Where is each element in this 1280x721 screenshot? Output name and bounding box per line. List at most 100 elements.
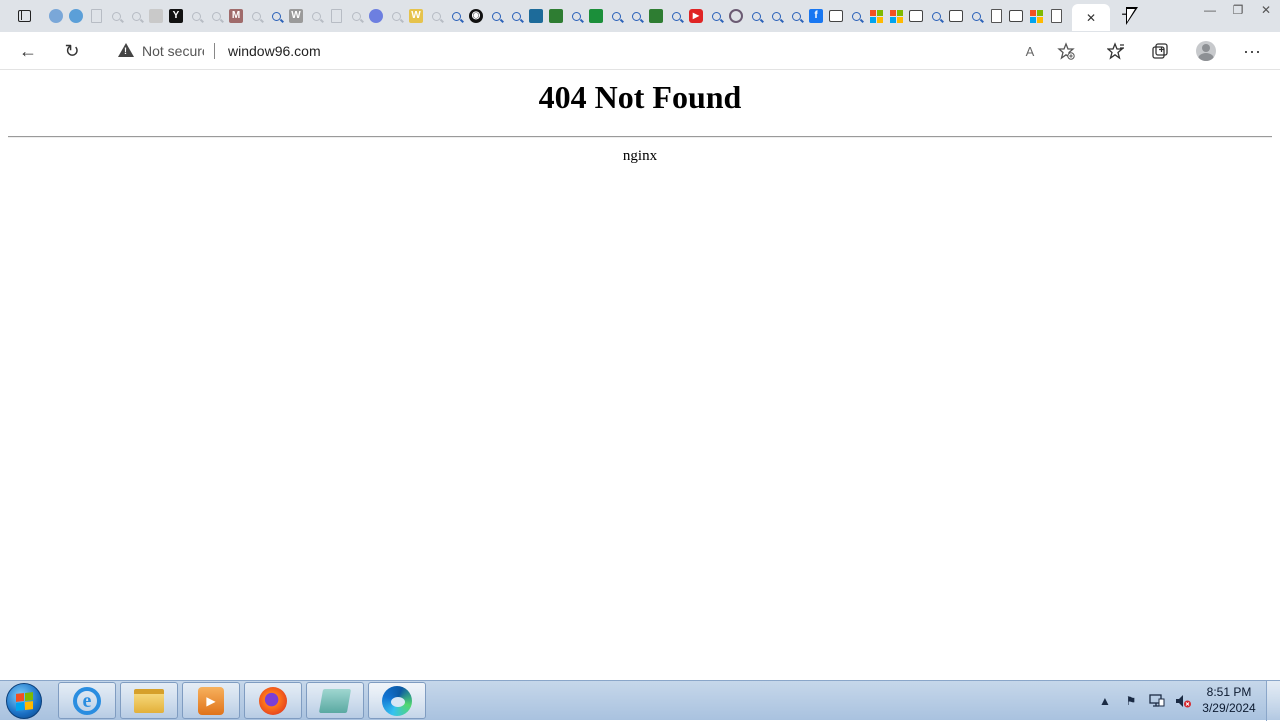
- taskbar-app[interactable]: [306, 682, 364, 719]
- collections-icon[interactable]: [1144, 35, 1176, 67]
- url-text[interactable]: window96.com: [228, 43, 321, 59]
- show-hidden-icons-icon[interactable]: ▲: [1096, 692, 1114, 710]
- browser-tab[interactable]: [766, 5, 786, 27]
- address-bar[interactable]: Not secure window96.com A: [104, 37, 1089, 65]
- browser-tab[interactable]: [646, 5, 666, 27]
- add-favorite-icon[interactable]: [1054, 40, 1078, 62]
- browser-tab[interactable]: [746, 5, 766, 27]
- taskbar-edge[interactable]: [368, 682, 426, 719]
- taskbar-file-explorer[interactable]: [120, 682, 178, 719]
- warning-icon[interactable]: [118, 43, 134, 57]
- browser-tab[interactable]: [586, 5, 606, 27]
- browser-tab[interactable]: [626, 5, 646, 27]
- volume-muted-icon[interactable]: [1174, 692, 1192, 710]
- browser-tab[interactable]: [846, 5, 866, 27]
- window-icon: [909, 10, 923, 22]
- browser-tab[interactable]: [186, 5, 206, 27]
- network-icon[interactable]: [1148, 692, 1166, 710]
- browser-tab[interactable]: [306, 5, 326, 27]
- security-label[interactable]: Not secure: [142, 43, 204, 59]
- back-button[interactable]: ←: [12, 35, 44, 67]
- browser-tab[interactable]: [826, 5, 846, 27]
- read-aloud-icon[interactable]: A: [1018, 40, 1042, 62]
- browser-tab[interactable]: [1006, 5, 1026, 27]
- browser-tab[interactable]: [66, 5, 86, 27]
- browser-tab[interactable]: [326, 5, 346, 27]
- browser-tab[interactable]: [566, 5, 586, 27]
- browser-tab[interactable]: [246, 5, 266, 27]
- browser-tab[interactable]: [486, 5, 506, 27]
- browser-tab[interactable]: [1026, 5, 1046, 27]
- browser-tab[interactable]: ▶: [686, 5, 706, 27]
- browser-tab[interactable]: [446, 5, 466, 27]
- taskbar-internet-explorer[interactable]: e: [58, 682, 116, 719]
- browser-tab[interactable]: [946, 5, 966, 27]
- browser-tab[interactable]: [206, 5, 226, 27]
- wikipedia-icon: W: [289, 9, 303, 23]
- browser-tab[interactable]: [666, 5, 686, 27]
- taskbar-media-player[interactable]: ▶: [182, 682, 240, 719]
- window-icon: [1009, 10, 1023, 22]
- media-player-icon: ▶: [198, 686, 224, 715]
- browser-tab[interactable]: [606, 5, 626, 27]
- browser-tab[interactable]: M: [226, 5, 246, 27]
- more-options-button[interactable]: ···: [1236, 35, 1268, 67]
- browser-tab[interactable]: [546, 5, 566, 27]
- browser-tab[interactable]: [426, 5, 446, 27]
- browser-tab[interactable]: [46, 5, 66, 27]
- browser-tab[interactable]: [146, 5, 166, 27]
- browser-tab[interactable]: Y: [166, 5, 186, 27]
- close-tab-icon[interactable]: ✕: [1086, 11, 1096, 25]
- microsoft-icon: [1029, 9, 1043, 23]
- browser-tab[interactable]: [366, 5, 386, 27]
- browser-tab[interactable]: [1046, 5, 1066, 27]
- browser-tab[interactable]: [706, 5, 726, 27]
- document-icon: [1050, 9, 1062, 23]
- browser-tab[interactable]: [926, 5, 946, 27]
- browser-tab[interactable]: ○: [726, 5, 746, 27]
- browser-tab[interactable]: f: [806, 5, 826, 27]
- show-desktop-button[interactable]: [1266, 681, 1280, 721]
- taskbar-firefox[interactable]: [244, 682, 302, 719]
- close-window-button[interactable]: ✕: [1252, 0, 1280, 20]
- favorites-icon[interactable]: [1100, 35, 1132, 67]
- web-icon: [369, 9, 383, 23]
- browser-tab[interactable]: [266, 5, 286, 27]
- action-center-flag-icon[interactable]: ⚑: [1122, 692, 1140, 710]
- document-icon: [330, 9, 342, 23]
- minecraft-icon: [649, 9, 663, 23]
- tab-actions-button[interactable]: [10, 5, 38, 27]
- profile-button[interactable]: [1190, 35, 1222, 67]
- minimize-button[interactable]: —: [1196, 0, 1224, 20]
- refresh-button[interactable]: ↻: [56, 35, 88, 67]
- blue-swirl-icon: [49, 9, 63, 23]
- browser-tab[interactable]: [346, 5, 366, 27]
- grid-site-icon: [589, 9, 603, 23]
- active-tab[interactable]: ✕: [1072, 4, 1110, 31]
- browser-tab[interactable]: [86, 5, 106, 27]
- start-button[interactable]: [6, 683, 42, 719]
- browser-tab[interactable]: ◉: [466, 5, 486, 27]
- browser-tab[interactable]: W: [286, 5, 306, 27]
- restore-button[interactable]: ❐: [1224, 0, 1252, 20]
- browser-tab[interactable]: [506, 5, 526, 27]
- browser-tab[interactable]: [886, 5, 906, 27]
- browser-tab[interactable]: [906, 5, 926, 27]
- browser-tab[interactable]: [386, 5, 406, 27]
- browser-tab[interactable]: [966, 5, 986, 27]
- windows-logo-icon: [15, 691, 33, 711]
- browser-tab[interactable]: [986, 5, 1006, 27]
- search-icon: [771, 11, 781, 21]
- browser-tab[interactable]: W: [406, 5, 426, 27]
- browser-tab[interactable]: [106, 5, 126, 27]
- browser-tab[interactable]: [126, 5, 146, 27]
- browser-tab[interactable]: [866, 5, 886, 27]
- window-icon: [829, 10, 843, 22]
- tab-strip: YMWW◉▶○f✕ + — ❐ ✕: [0, 0, 1280, 32]
- browser-tab[interactable]: [526, 5, 546, 27]
- search-icon: [271, 11, 281, 21]
- browser-tab[interactable]: [786, 5, 806, 27]
- windows-logo-icon: [149, 9, 163, 23]
- taskbar-clock[interactable]: 8:51 PM 3/29/2024: [1196, 684, 1262, 716]
- tab-list: Y M W W ◉ ▶ ○ f ✕: [46, 4, 1110, 31]
